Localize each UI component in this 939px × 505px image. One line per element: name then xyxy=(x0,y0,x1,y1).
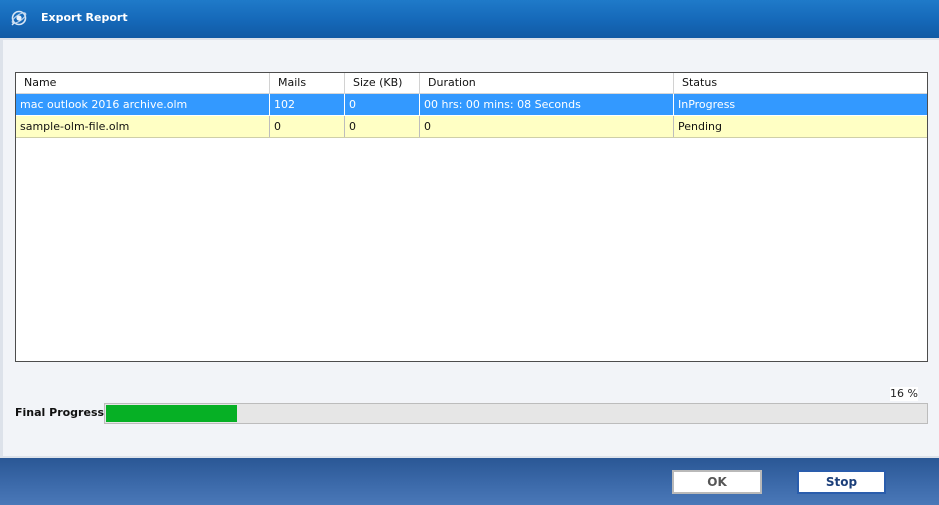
cell-mails: 0 xyxy=(270,116,345,137)
column-header-duration[interactable]: Duration xyxy=(420,73,674,93)
final-progress-bar xyxy=(104,403,928,424)
cell-status: Pending xyxy=(678,120,722,133)
table-row[interactable]: sample-olm-file.olm 0 0 0 Pending xyxy=(16,116,927,138)
window-title: Export Report xyxy=(41,11,128,24)
export-report-table: Name Mails Size (KB) Duration Status mac… xyxy=(15,72,928,362)
stop-button[interactable]: Stop xyxy=(797,470,886,494)
cell-duration: 00 hrs: 00 mins: 08 Seconds xyxy=(420,94,674,115)
progress-percent: 16 % xyxy=(890,387,918,401)
cell-status: InProgress xyxy=(678,98,736,111)
column-header-name[interactable]: Name xyxy=(16,73,270,93)
cell-duration: 0 xyxy=(420,116,674,137)
cell-size: 0 xyxy=(345,94,420,115)
cell-name: sample-olm-file.olm xyxy=(16,116,270,137)
final-progress-label: Final Progress : xyxy=(15,406,113,419)
column-header-size[interactable]: Size (KB) xyxy=(345,73,420,93)
table-header: Name Mails Size (KB) Duration Status xyxy=(16,73,927,94)
ok-button[interactable]: OK xyxy=(672,470,762,494)
cell-size: 0 xyxy=(345,116,420,137)
cell-name: mac outlook 2016 archive.olm xyxy=(16,94,270,115)
button-footer: OK Stop xyxy=(0,458,939,505)
cell-mails: 102 xyxy=(270,94,345,115)
table-row[interactable]: mac outlook 2016 archive.olm 102 0 00 hr… xyxy=(16,94,927,115)
column-header-status[interactable]: Status xyxy=(674,73,927,93)
app-logo-icon xyxy=(10,9,28,27)
column-header-mails[interactable]: Mails xyxy=(270,73,345,93)
title-bar: Export Report xyxy=(0,0,939,38)
progress-fill xyxy=(106,405,237,422)
